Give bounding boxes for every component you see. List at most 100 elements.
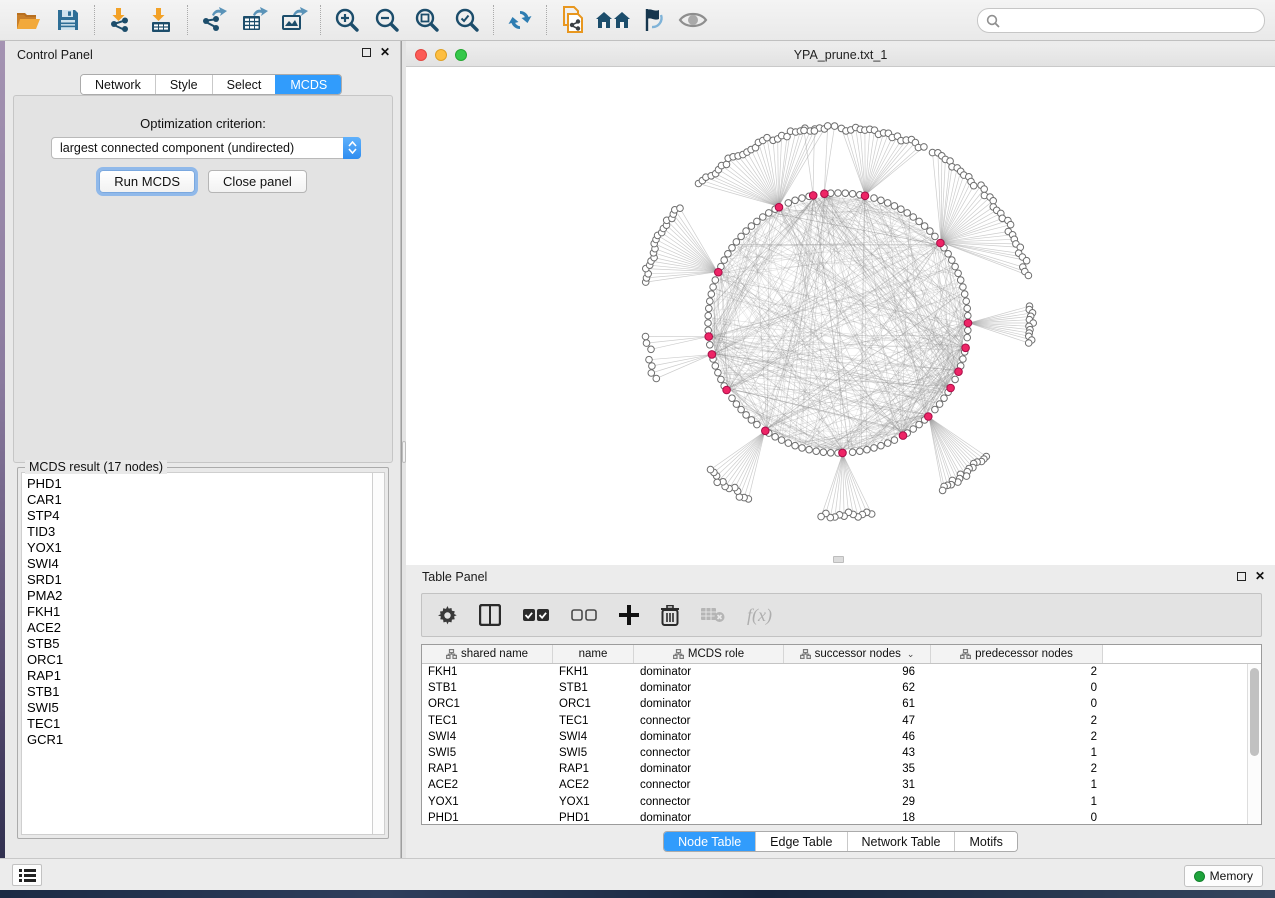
- optimization-criterion-select[interactable]: largest connected component (undirected): [51, 137, 361, 159]
- network-window-titlebar[interactable]: YPA_prune.txt_1: [406, 44, 1275, 67]
- cell-MCDS-role: dominator: [634, 698, 784, 710]
- cell-predecessor-nodes: 2: [931, 666, 1103, 678]
- add-column-icon[interactable]: [619, 605, 639, 625]
- toggle-column-panel-icon[interactable]: [479, 604, 501, 626]
- save-session-icon[interactable]: [48, 3, 88, 37]
- close-panel-icon[interactable]: ✕: [380, 48, 390, 57]
- mcds-result-item[interactable]: TID3: [27, 524, 372, 540]
- main-toolbar: [0, 0, 1275, 41]
- flag-icon[interactable]: [633, 3, 673, 37]
- tab-select[interactable]: Select: [212, 75, 276, 94]
- mcds-result-item[interactable]: TEC1: [27, 716, 372, 732]
- column-header-shared-name[interactable]: shared name: [422, 645, 553, 663]
- mcds-result-item[interactable]: ORC1: [27, 652, 372, 668]
- column-header-successor-nodes[interactable]: successor nodes⌄: [784, 645, 931, 663]
- mcds-result-item[interactable]: SRD1: [27, 572, 372, 588]
- table-row[interactable]: YOX1YOX1connector291: [422, 794, 1247, 810]
- network-graph[interactable]: [406, 67, 1275, 565]
- table-row[interactable]: SWI5SWI5connector431: [422, 745, 1247, 761]
- import-network-icon[interactable]: [101, 3, 141, 37]
- table-row[interactable]: ORC1ORC1dominator610: [422, 696, 1247, 712]
- table-row[interactable]: ACE2ACE2connector311: [422, 777, 1247, 793]
- close-panel-button[interactable]: Close panel: [208, 170, 307, 193]
- mcds-result-item[interactable]: SWI5: [27, 700, 372, 716]
- mcds-result-item[interactable]: PHD1: [27, 476, 372, 492]
- list-icon: [19, 869, 36, 882]
- tab-style[interactable]: Style: [155, 75, 212, 94]
- zoom-out-icon[interactable]: [367, 3, 407, 37]
- mcds-result-item[interactable]: STP4: [27, 508, 372, 524]
- mcds-result-item[interactable]: CAR1: [27, 492, 372, 508]
- export-table-icon[interactable]: [234, 3, 274, 37]
- node-table-rows: FKH1FKH1dominator962STB1STB1dominator620…: [422, 664, 1247, 824]
- network-view[interactable]: [406, 67, 1275, 565]
- tab-mcds[interactable]: MCDS: [275, 75, 341, 94]
- table-panel-title: Table Panel: [422, 570, 487, 584]
- cell-MCDS-role: dominator: [634, 731, 784, 743]
- mcds-result-item[interactable]: ACE2: [27, 620, 372, 636]
- header-filler: [1103, 645, 1261, 663]
- toolbar-separator: [493, 5, 494, 35]
- delete-column-icon[interactable]: [661, 605, 679, 626]
- task-history-button[interactable]: [12, 864, 42, 886]
- tab-motifs[interactable]: Motifs: [954, 832, 1016, 851]
- table-row[interactable]: TEC1TEC1connector472: [422, 713, 1247, 729]
- tab-node-table[interactable]: Node Table: [664, 832, 755, 851]
- column-namespace-icon: [446, 649, 457, 659]
- zoom-in-icon[interactable]: [327, 3, 367, 37]
- node-table[interactable]: shared namenameMCDS rolesuccessor nodes⌄…: [421, 644, 1262, 825]
- open-folder-icon[interactable]: [8, 3, 48, 37]
- refresh-icon[interactable]: [500, 3, 540, 37]
- toolbar-separator: [320, 5, 321, 35]
- close-panel-icon[interactable]: ✕: [1255, 572, 1265, 581]
- split-grabber-icon[interactable]: [833, 556, 844, 563]
- cell-shared-name: ACE2: [422, 779, 553, 791]
- table-scrollbar[interactable]: [1247, 664, 1261, 824]
- table-row[interactable]: STB1STB1dominator620: [422, 680, 1247, 696]
- import-table-icon[interactable]: [141, 3, 181, 37]
- mcds-result-item[interactable]: FKH1: [27, 604, 372, 620]
- column-header-MCDS-role[interactable]: MCDS role: [634, 645, 784, 663]
- tab-edge-table[interactable]: Edge Table: [755, 832, 846, 851]
- table-settings-gear-icon[interactable]: [438, 606, 457, 625]
- select-all-rows-icon[interactable]: [523, 609, 549, 622]
- tab-network[interactable]: Network: [81, 75, 155, 94]
- deselect-all-rows-icon[interactable]: [571, 609, 597, 622]
- float-panel-icon[interactable]: [1237, 572, 1246, 581]
- table-row[interactable]: RAP1RAP1dominator352: [422, 761, 1247, 777]
- mcds-result-item[interactable]: STB5: [27, 636, 372, 652]
- mcds-result-item[interactable]: YOX1: [27, 540, 372, 556]
- eye-icon[interactable]: [673, 3, 713, 37]
- cell-predecessor-nodes: 0: [931, 698, 1103, 710]
- scrollbar-thumb[interactable]: [1250, 668, 1259, 756]
- mcds-list-scrollbar[interactable]: [372, 472, 385, 835]
- float-panel-icon[interactable]: [362, 48, 371, 57]
- zoom-selected-icon[interactable]: [447, 3, 487, 37]
- export-image-icon[interactable]: [274, 3, 314, 37]
- table-row[interactable]: SWI4SWI4dominator462: [422, 729, 1247, 745]
- cell-successor-nodes: 96: [784, 666, 931, 678]
- mcds-result-item[interactable]: PMA2: [27, 588, 372, 604]
- table-tabs: Node TableEdge TableNetwork TableMotifs: [663, 831, 1018, 852]
- search-box[interactable]: [977, 8, 1265, 33]
- mcds-result-item[interactable]: SWI4: [27, 556, 372, 572]
- mcds-result-item[interactable]: GCR1: [27, 732, 372, 748]
- select-stepper-icon: [343, 137, 361, 159]
- zoom-fit-icon[interactable]: [407, 3, 447, 37]
- tab-network-table[interactable]: Network Table: [847, 832, 955, 851]
- mcds-result-item[interactable]: RAP1: [27, 668, 372, 684]
- copy-network-icon[interactable]: [553, 3, 593, 37]
- column-header-name[interactable]: name: [553, 645, 634, 663]
- run-mcds-button[interactable]: Run MCDS: [99, 170, 195, 193]
- table-row[interactable]: PHD1PHD1dominator180: [422, 810, 1247, 824]
- memory-button[interactable]: Memory: [1184, 865, 1263, 887]
- search-input[interactable]: [1006, 14, 1256, 28]
- table-row[interactable]: FKH1FKH1dominator962: [422, 664, 1247, 680]
- cell-predecessor-nodes: 0: [931, 812, 1103, 824]
- mcds-result-item[interactable]: STB1: [27, 684, 372, 700]
- cell-name: SWI5: [553, 747, 634, 759]
- export-network-icon[interactable]: [194, 3, 234, 37]
- mcds-result-list[interactable]: PHD1CAR1STP4TID3YOX1SWI4SRD1PMA2FKH1ACE2…: [21, 472, 372, 835]
- column-header-predecessor-nodes[interactable]: predecessor nodes: [931, 645, 1103, 663]
- houses-icon[interactable]: [593, 3, 633, 37]
